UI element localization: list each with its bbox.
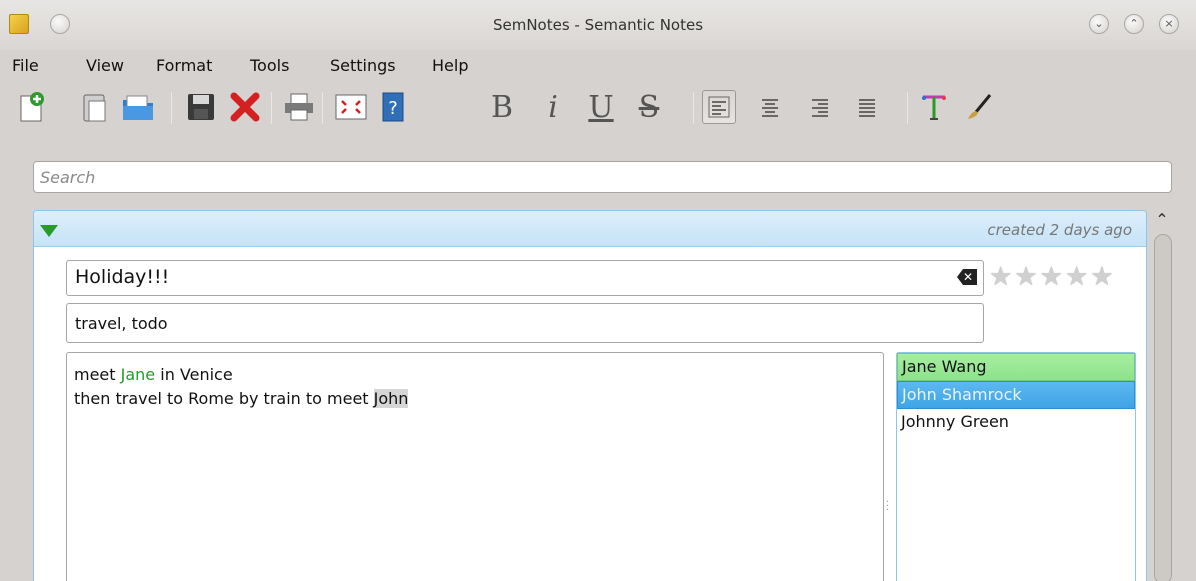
help-book-icon[interactable]: ? xyxy=(376,90,410,124)
vertical-scrollbar[interactable] xyxy=(1154,234,1172,581)
strikethrough-button[interactable]: S xyxy=(632,90,666,125)
align-justify-icon[interactable] xyxy=(850,90,884,124)
created-timestamp: created 2 days ago xyxy=(987,221,1132,239)
toolbar-separator xyxy=(693,92,694,124)
search-input[interactable] xyxy=(34,162,1171,192)
body-text: in Venice xyxy=(155,365,233,384)
star-icon[interactable]: ★ xyxy=(1014,262,1037,292)
align-right-icon[interactable] xyxy=(803,90,837,124)
menu-format[interactable]: Format xyxy=(156,56,212,75)
tags-field[interactable]: travel, todo xyxy=(66,303,984,343)
note-title-field[interactable]: Holiday!!! ✕ xyxy=(66,260,984,296)
title-bar: SemNotes - Semantic Notes ⌄ ⌃ × xyxy=(0,0,1196,50)
svg-text:?: ? xyxy=(388,98,398,119)
paste-icon[interactable] xyxy=(78,90,112,124)
save-icon[interactable] xyxy=(184,90,218,124)
entity-link-jane[interactable]: Jane xyxy=(121,365,156,384)
menu-help[interactable]: Help xyxy=(432,56,468,75)
underline-button[interactable]: U xyxy=(584,90,618,125)
people-list: Jane Wang John Shamrock Johnny Green xyxy=(896,352,1136,581)
body-text: then travel to Rome by train to meet xyxy=(74,389,374,408)
list-item[interactable]: John Shamrock xyxy=(897,381,1135,409)
note-panel: created 2 days ago Holiday!!! ✕ ★ ★ ★ ★ … xyxy=(33,210,1147,581)
star-icon[interactable]: ★ xyxy=(1065,262,1088,292)
close-button[interactable]: × xyxy=(1159,14,1179,34)
search-field[interactable] xyxy=(33,161,1172,193)
menu-tools[interactable]: Tools xyxy=(250,56,289,75)
open-folder-icon[interactable] xyxy=(121,90,155,124)
note-header[interactable]: created 2 days ago xyxy=(34,211,1146,247)
new-note-icon[interactable] xyxy=(14,90,48,124)
list-item[interactable]: Johnny Green xyxy=(897,409,1135,437)
collapse-triangle-icon[interactable] xyxy=(40,225,58,237)
star-icon[interactable]: ★ xyxy=(989,262,1012,292)
list-item[interactable]: Jane Wang xyxy=(897,353,1135,381)
menu-bar: File View Format Tools Settings Help xyxy=(0,50,1196,82)
note-body-line: meet Jane in Venice xyxy=(74,363,876,387)
rating-stars[interactable]: ★ ★ ★ ★ ★ xyxy=(989,262,1114,292)
window-title: SemNotes - Semantic Notes xyxy=(492,16,704,34)
toolbar-separator xyxy=(171,92,172,124)
star-icon[interactable]: ★ xyxy=(1090,262,1113,292)
toolbar-separator xyxy=(271,92,272,124)
body-text: meet xyxy=(74,365,121,384)
paintbrush-icon[interactable] xyxy=(962,90,996,124)
text-color-icon[interactable] xyxy=(917,90,951,124)
align-left-icon[interactable] xyxy=(702,90,736,124)
splitter-handle[interactable]: · · · xyxy=(886,498,892,516)
note-body-editor[interactable]: meet Jane in Venice then travel to Rome … xyxy=(66,352,884,581)
fullscreen-icon[interactable] xyxy=(334,90,368,124)
print-icon[interactable] xyxy=(282,90,316,124)
tags-text[interactable]: travel, todo xyxy=(75,314,168,333)
clear-text-icon[interactable]: ✕ xyxy=(957,269,977,285)
align-center-icon[interactable] xyxy=(753,90,787,124)
menu-settings[interactable]: Settings xyxy=(330,56,396,75)
menu-view[interactable]: View xyxy=(86,56,124,75)
scroll-up-icon[interactable]: ⌃ xyxy=(1152,210,1172,230)
menu-file[interactable]: File xyxy=(12,56,39,75)
maximize-button[interactable]: ⌃ xyxy=(1124,14,1144,34)
entity-link-john[interactable]: John xyxy=(373,389,409,408)
italic-button[interactable]: i xyxy=(536,90,570,125)
star-icon[interactable]: ★ xyxy=(1040,262,1063,292)
bold-button[interactable]: B xyxy=(485,90,519,125)
note-body-line: then travel to Rome by train to meet Joh… xyxy=(74,387,876,411)
toolbar-separator xyxy=(322,92,323,124)
toolbar: ? B i U S xyxy=(0,84,1196,144)
note-title[interactable]: Holiday!!! xyxy=(75,266,169,288)
minimize-button[interactable]: ⌄ xyxy=(1089,14,1109,34)
toolbar-separator xyxy=(907,92,908,124)
delete-icon[interactable] xyxy=(228,90,262,124)
